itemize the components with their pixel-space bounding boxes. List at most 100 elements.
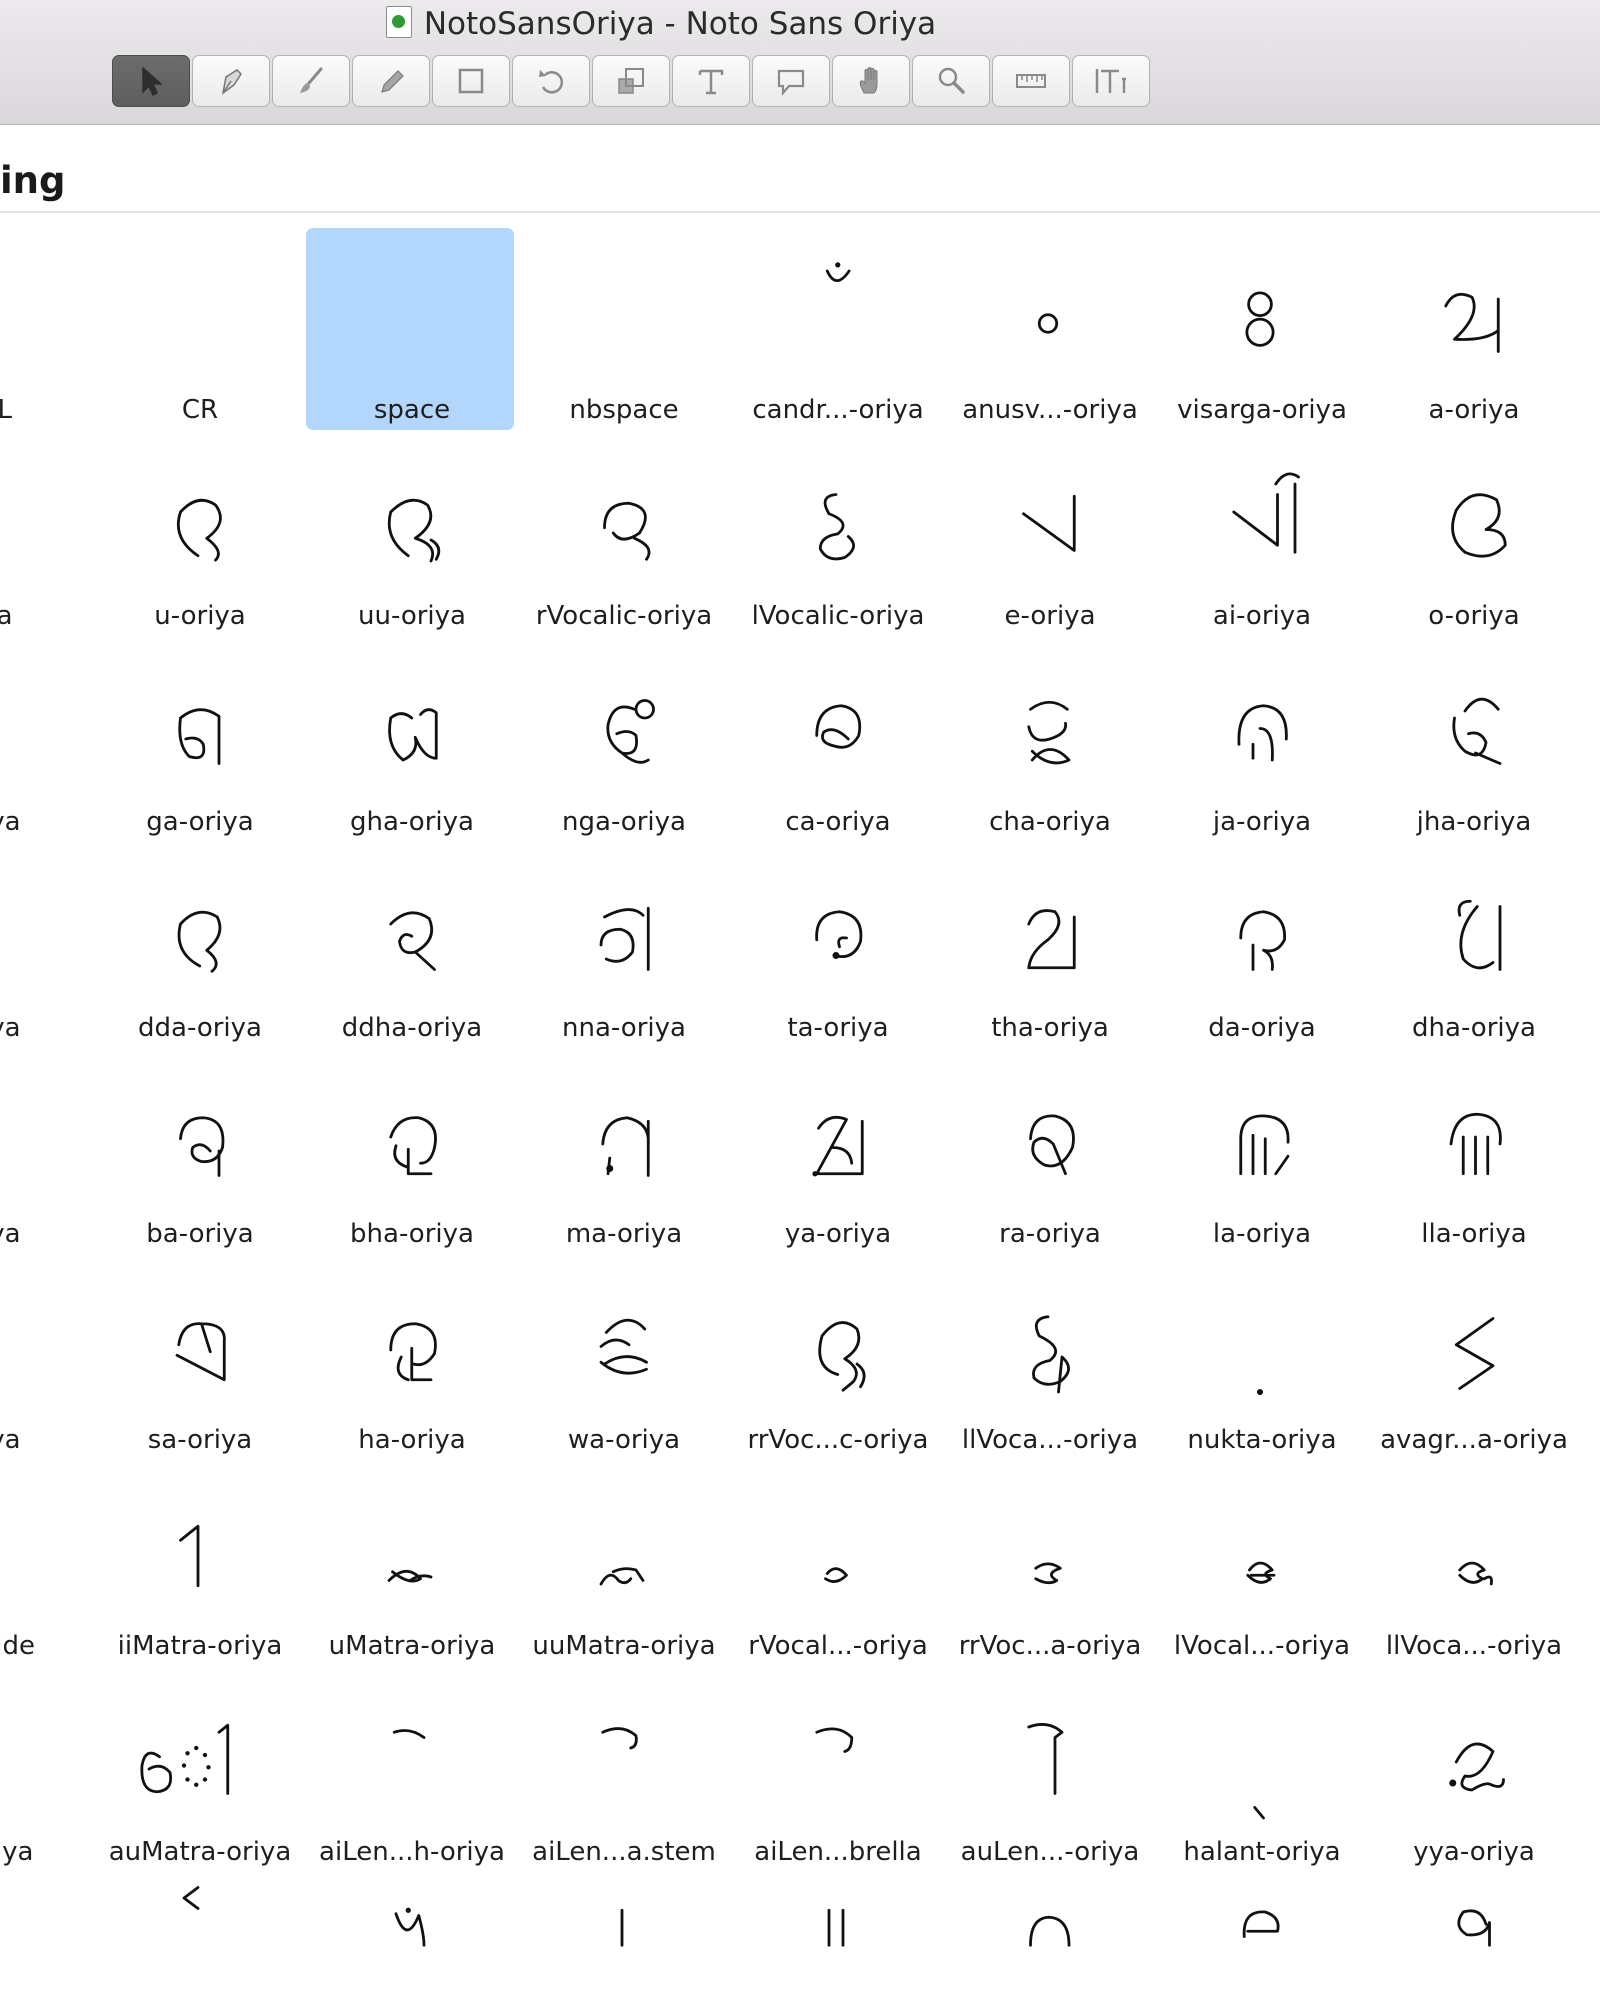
glyph-cell[interactable]: ma-oriya <box>518 1036 730 1249</box>
zoom-tool[interactable] <box>912 55 990 107</box>
glyph-cell[interactable]: lVocal...-oriya <box>1156 1448 1368 1661</box>
glyph-cell[interactable]: nukta-oriya <box>1156 1242 1368 1455</box>
glyph-outline-icon <box>601 1116 650 1177</box>
glyph-cell[interactable]: ta-oriya <box>732 830 944 1043</box>
glyph-cell[interactable]: uu-oriya <box>306 418 518 631</box>
metrics-tool[interactable] <box>1072 55 1150 107</box>
glyph-cell[interactable]: rrVoc...a-oriya <box>944 1448 1156 1661</box>
glyph-cell[interactable] <box>1368 1860 1580 2000</box>
glyph-cell[interactable]: uuMatra-oriya <box>518 1448 730 1661</box>
glyph-cell[interactable]: o-oriya <box>1368 418 1580 631</box>
glyph-cell[interactable]: dda-oriya <box>94 830 306 1043</box>
glyph-cell[interactable]: CR <box>94 212 306 425</box>
glyph-cell[interactable]: ra-oriya <box>944 1036 1156 1249</box>
glyph-outline-icon <box>603 501 651 561</box>
glyph-cell[interactable]: ....wide <box>0 1448 94 1661</box>
glyph-cell[interactable]: da-oriya <box>1156 830 1368 1043</box>
rectangle-tool[interactable] <box>432 55 510 107</box>
glyph-outline-icon <box>140 1723 230 1795</box>
glyph-cell[interactable] <box>732 1860 944 2000</box>
brush-tool[interactable] <box>272 55 350 107</box>
glyph-cell[interactable]: auLen...-oriya <box>944 1654 1156 1867</box>
glyph-cell[interactable]: wa-oriya <box>518 1242 730 1455</box>
section-title: ing <box>0 159 66 202</box>
glyph-cell[interactable] <box>0 1860 94 2000</box>
glyph-cell[interactable]: gha-oriya <box>306 624 518 837</box>
glyph-cell[interactable] <box>1156 1860 1368 2000</box>
glyph-cell[interactable]: iiMatra-oriya <box>94 1448 306 1661</box>
glyph-cell[interactable]: aiLen...h-oriya <box>306 1654 518 1867</box>
glyph-cell[interactable]: halant-oriya <box>1156 1654 1368 1867</box>
glyph-cell[interactable]: llVoca...-oriya <box>944 1242 1156 1455</box>
glyph-outline-icon <box>824 1567 848 1583</box>
window-titlebar: NotoSansOriya - Noto Sans Oriya <box>0 0 1600 126</box>
glyph-cell[interactable]: anusv...-oriya <box>944 212 1156 425</box>
glyph-cell[interactable]: oriya <box>0 1242 94 1455</box>
glyph-cell[interactable]: rrVoc...c-oriya <box>732 1242 944 1455</box>
glyph-cell[interactable]: a-oriya <box>0 1654 94 1867</box>
scale-tool[interactable] <box>592 55 670 107</box>
glyph-cell[interactable]: riya <box>0 418 94 631</box>
glyph-cell[interactable]: avagr...a-oriya <box>1368 1242 1580 1455</box>
pencil-tool[interactable] <box>352 55 430 107</box>
glyph-cell[interactable]: aiLen...brella <box>732 1654 944 1867</box>
glyph-cell[interactable]: lVocalic-oriya <box>732 418 944 631</box>
pen-icon <box>221 69 242 95</box>
glyph-cell[interactable]: u-oriya <box>94 418 306 631</box>
glyph-outline-icon <box>387 1569 433 1583</box>
glyph-cell[interactable]: jha-oriya <box>1368 624 1580 837</box>
glyph-cell[interactable]: ga-oriya <box>94 624 306 837</box>
glyph-cell[interactable]: oriya <box>0 624 94 837</box>
glyph-cell[interactable]: dha-oriya <box>1368 830 1580 1043</box>
glyph-cell[interactable]: space <box>306 212 518 430</box>
glyph-cell[interactable]: rVocal...-oriya <box>732 1448 944 1661</box>
glyph-cell[interactable]: nbspace <box>518 212 730 425</box>
glyph-cell[interactable]: llVoca...-oriya <box>1368 1448 1580 1661</box>
measure-tool[interactable] <box>992 55 1070 107</box>
text-tool[interactable] <box>672 55 750 107</box>
glyph-cell[interactable]: tha-oriya <box>944 830 1156 1043</box>
glyph-cell[interactable]: oriya <box>0 830 94 1043</box>
glyph-cell[interactable]: a-oriya <box>1368 212 1580 425</box>
glyph-cell[interactable]: ba-oriya <box>94 1036 306 1249</box>
glyph-cell[interactable]: ca-oriya <box>732 624 944 837</box>
glyph-outline-icon <box>176 498 222 562</box>
annotation-tool[interactable] <box>752 55 830 107</box>
glyph-cell[interactable] <box>944 1860 1156 2000</box>
pointer-tool[interactable] <box>112 55 190 107</box>
ruler-icon <box>1016 74 1046 88</box>
glyph-cell[interactable]: lla-oriya <box>1368 1036 1580 1249</box>
glyph-cell[interactable]: sa-oriya <box>94 1242 306 1455</box>
glyph-cell[interactable]: candr...-oriya <box>732 212 944 425</box>
glyph-cell[interactable]: la-oriya <box>1156 1036 1368 1249</box>
glyph-cell[interactable] <box>518 1860 730 2000</box>
glyph-cell[interactable]: rVocalic-oriya <box>518 418 730 631</box>
pen-tool[interactable] <box>192 55 270 107</box>
glyph-cell[interactable]: ddha-oriya <box>306 830 518 1043</box>
pointer-icon <box>142 66 163 97</box>
rotate-icon <box>539 70 564 94</box>
glyph-outline-icon <box>394 1907 426 1947</box>
glyph-cell[interactable]: ha-oriya <box>306 1242 518 1455</box>
rotate-tool[interactable] <box>512 55 590 107</box>
glyph-cell[interactable] <box>94 1860 306 2000</box>
glyph-cell[interactable]: yya-oriya <box>1368 1654 1580 1867</box>
glyph-cell[interactable]: ja-oriya <box>1156 624 1368 837</box>
glyph-cell[interactable]: bha-oriya <box>306 1036 518 1249</box>
glyph-cell[interactable]: nna-oriya <box>518 830 730 1043</box>
glyph-cell[interactable]: auMatra-oriya <box>94 1654 306 1867</box>
glyph-cell[interactable]: ULL <box>0 212 94 425</box>
glyph-cell[interactable]: ai-oriya <box>1156 418 1368 631</box>
glyph-cell[interactable]: ya-oriya <box>732 1036 944 1249</box>
glyph-cell[interactable]: oriya <box>0 1036 94 1249</box>
glyph-cell[interactable] <box>306 1860 518 2000</box>
glyph-cell[interactable]: uMatra-oriya <box>306 1448 518 1661</box>
hand-tool[interactable] <box>832 55 910 107</box>
glyph-cell[interactable]: cha-oriya <box>944 624 1156 837</box>
glyph-cell[interactable]: nga-oriya <box>518 624 730 837</box>
glyph-cell[interactable]: visarga-oriya <box>1156 212 1368 425</box>
glyph-cell[interactable]: aiLen...a.stem <box>518 1654 730 1867</box>
glyph-outline-icon <box>599 1318 648 1375</box>
glyph-outline-icon <box>1458 1561 1493 1586</box>
glyph-cell[interactable]: e-oriya <box>944 418 1156 631</box>
